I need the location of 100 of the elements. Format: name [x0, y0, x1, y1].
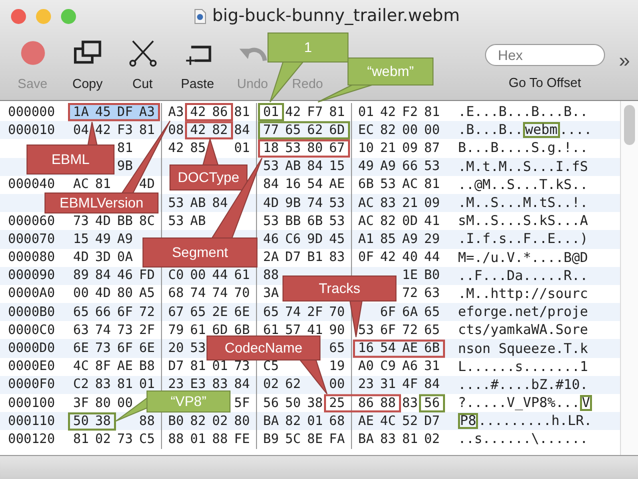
hex-cell-text: A9 — [379, 159, 397, 174]
ascii-text: .E...B...B...B.. — [458, 104, 588, 120]
hex-cell-text: 45 — [328, 232, 346, 247]
hex-cell-text: 82 — [379, 122, 397, 138]
hex-cell-text: 4D — [138, 177, 156, 192]
callout-label: CodecName — [224, 340, 302, 356]
hex-cell-text: 65 — [328, 341, 346, 356]
hex-cell-text: 73 — [116, 432, 134, 447]
hex-cell-text: 49 — [94, 232, 112, 247]
hex-cell-text: 83 — [328, 250, 346, 266]
ascii-text: sM..S...S.kS...A — [458, 213, 588, 230]
hex-cell-text: 6B — [306, 214, 324, 229]
hex-cell-text: 81 — [94, 177, 112, 192]
hex-cell-text: 79 — [167, 322, 185, 338]
ascii-text: ....#....bZ.#10. — [458, 376, 588, 393]
hex-cell-text: 4C — [379, 414, 397, 429]
hex-cell-text: 73 — [116, 322, 134, 338]
zoom-button[interactable] — [61, 8, 76, 24]
hex-cell-text: AB — [189, 214, 207, 229]
ascii-text: .M..http://sourc — [458, 286, 588, 302]
file-icon — [194, 8, 206, 24]
hex-cell-text: 50 — [284, 396, 302, 411]
hex-cell-text: 82 — [284, 414, 302, 429]
hex-cell-text: 65 — [72, 304, 90, 320]
hex-cell-text: 0F — [357, 250, 375, 266]
hex-cell-text: 53 — [167, 196, 185, 211]
hex-cell-text: 50 — [72, 414, 90, 429]
hex-cell-text: 84 — [306, 159, 324, 174]
row-offset: 0000F0 — [7, 377, 56, 392]
hex-cell-text: AE — [328, 177, 346, 192]
scrollbar[interactable] — [620, 101, 638, 455]
scroll-thumb[interactable] — [624, 105, 635, 145]
hex-cell-text: 15 — [328, 159, 346, 174]
overflow-button[interactable]: » — [618, 50, 630, 73]
search-field[interactable]: Hex — [484, 44, 605, 66]
ascii-text: eforge.net/proje — [458, 304, 588, 320]
hex-cell-text: 88 — [211, 432, 229, 447]
hex-cell-text: 3F — [72, 396, 90, 411]
row-offset: 000060 — [7, 214, 56, 229]
hex-cell-text: C9 — [379, 359, 397, 374]
hex-cell-text: 5F — [233, 396, 251, 411]
hex-cell-text: 88 — [379, 396, 397, 411]
hex-cell-text: AE — [116, 359, 134, 374]
hex-cell-text: 84 — [94, 268, 112, 284]
ascii-text: cts/yamkaWA.Sore — [458, 322, 588, 338]
callout-label: Segment — [172, 244, 228, 260]
hex-cell-text: 2E — [211, 304, 229, 320]
hex-cell-text: 23 — [167, 377, 185, 392]
hex-cell: DF — [114, 104, 136, 120]
callout-label: EBML — [51, 151, 90, 168]
hex-cell-text: 4D — [94, 286, 112, 302]
row-offset: 0000B0 — [7, 304, 56, 320]
row-offset: 0000E0 — [7, 359, 56, 374]
hex-cell-text: 81 — [189, 359, 207, 374]
hex-cell-text: 38 — [94, 414, 112, 429]
hex-cell-text: 1E — [401, 268, 419, 284]
hex-cell-text: 16 — [357, 341, 375, 356]
cut-button[interactable]: Cut — [132, 76, 153, 91]
hex-cell-text: 01 — [233, 140, 251, 156]
row-offset: 0000A0 — [7, 286, 56, 302]
hex-cell-text: 86 — [211, 104, 229, 120]
hex-cell-text: C6 — [284, 232, 302, 247]
hex-cell-text: 00 — [116, 396, 134, 411]
row-offset: 000090 — [7, 268, 56, 284]
hex-cell-text: 6F — [116, 304, 134, 320]
hex-cell-text: 23 — [357, 377, 375, 392]
hex-cell-text: 02 — [211, 414, 229, 429]
hex-cell-text: 88 — [262, 268, 280, 284]
close-button[interactable] — [11, 8, 26, 24]
ascii-highlight: V — [580, 395, 592, 412]
hex-cell-text: 68 — [328, 414, 346, 429]
hex-cell-text: A3 — [167, 104, 185, 120]
hex-cell-text: 6D — [211, 322, 229, 338]
hex-cell-text: 83 — [211, 377, 229, 392]
hex-cell-text: 56 — [423, 396, 441, 411]
hex-cell-text: 77 — [262, 122, 280, 138]
go-to-offset-label: Go To Offset — [508, 75, 582, 90]
hex-cell-text: 01 — [138, 377, 156, 392]
paste-button[interactable]: Paste — [180, 76, 214, 91]
hex-cell-text: 83 — [379, 196, 397, 211]
hex-cell-text: 56 — [262, 396, 280, 411]
hex-cell-text: 09 — [401, 140, 419, 156]
minimize-button[interactable] — [36, 8, 51, 24]
hex-cell-text: 54 — [379, 341, 397, 356]
hex-cell-text: 44 — [211, 268, 229, 284]
row-offset: 0000D0 — [7, 341, 56, 356]
hex-cell-text: 42 — [379, 104, 397, 120]
ascii-text: .B...B.. — [458, 122, 524, 138]
ascii-text: .M..S...M.tS..!. — [458, 195, 588, 212]
hex-cell-text: 70 — [233, 286, 251, 302]
hex-cell-text: 83 — [379, 432, 397, 447]
hex-cell-text: 61 — [233, 268, 251, 284]
hex-cell-text: 6E — [72, 341, 90, 356]
hex-cell-text: 81 — [423, 177, 441, 192]
hex-cell-text: D7 — [423, 414, 441, 429]
hex-cell-text: 42 — [189, 122, 207, 138]
window-title: big-buck-bunny_trailer.webm — [212, 6, 460, 26]
callout-label: Tracks — [318, 280, 360, 296]
copy-button[interactable]: Copy — [72, 76, 103, 91]
hex-cell-text: 74 — [189, 286, 207, 302]
